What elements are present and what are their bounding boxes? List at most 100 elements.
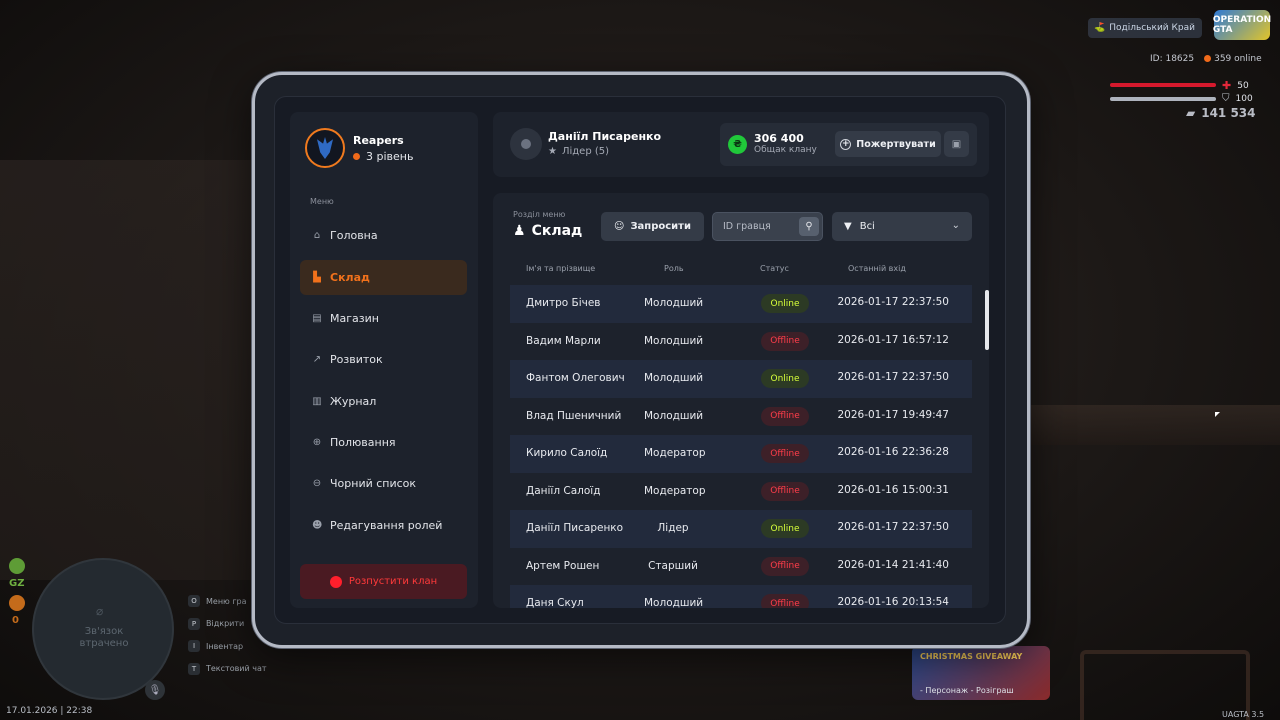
user-icon	[521, 139, 531, 149]
member-last-login: 2026-01-17 22:37:50	[837, 521, 949, 533]
wanted-level: 0	[12, 615, 19, 626]
member-last-login: 2026-01-16 15:00:31	[837, 483, 949, 496]
level-dot-icon	[353, 153, 360, 160]
sidebar-item-journal[interactable]: ▥ Журнал	[300, 384, 467, 419]
player-name: Даніїл Писаренко	[548, 130, 662, 143]
plus-icon: +	[840, 138, 852, 150]
table-row[interactable]: Даніїл Салоїд Модератор Offline 2026-01-16 …	[510, 473, 972, 511]
sidebar-item-warehouse[interactable]: ▙ Склад	[300, 260, 467, 295]
hotkey-key: T	[188, 662, 200, 675]
background-floor	[1020, 405, 1280, 445]
member-name: Кирило Салоїд	[526, 447, 608, 459]
flag-icon: ⛳	[1094, 23, 1106, 33]
member-name: Артем Рошен	[526, 559, 600, 572]
hotkey-label: Текстовий чат	[206, 664, 267, 674]
gz-label: GZ	[9, 578, 25, 589]
status-filter-select[interactable]: ▼ Всі ⌄	[832, 212, 972, 241]
member-last-login: 2026-01-16 20:13:54	[837, 596, 949, 608]
donate-button[interactable]: + Пожертвувати	[835, 131, 941, 157]
member-role: Модератор	[644, 447, 706, 459]
table-row[interactable]: Влад Пшеничний Молодший Offline 2026-01-17 …	[510, 398, 972, 436]
table-row[interactable]: Даня Скул Молодший Offline 2026-01-16 20:13…	[510, 585, 972, 608]
table-row[interactable]: Артем Рошен Старший Offline 2026-01-14 21:4…	[510, 548, 972, 586]
player-id-bar: ID: 18625 359 online	[1150, 54, 1262, 64]
status-badge: Offline	[761, 481, 809, 501]
health-text: 50	[1237, 80, 1249, 91]
gz-indicator-icon	[9, 558, 25, 574]
status-badge: Offline	[761, 594, 809, 608]
search-icon[interactable]: ⚲	[799, 217, 819, 236]
clan-balance-label: Общак клану	[754, 145, 817, 155]
hotkey-key: P	[188, 617, 200, 630]
member-role: Модератор	[644, 484, 706, 497]
table-row[interactable]: Кирило Салоїд Модератор Offline 2026-01-16 …	[510, 435, 972, 473]
sidebar-item-shop[interactable]: ▤ Магазин	[300, 301, 467, 336]
home-icon: ⌂	[313, 229, 321, 241]
player-role-text: Лідер (5)	[561, 146, 610, 157]
blacklist-icon: ⊖	[312, 477, 322, 489]
star-icon: ★	[548, 146, 557, 157]
member-name: Даніїл Писаренко	[526, 522, 624, 534]
clan-level-text: 3 рівень	[366, 150, 414, 163]
member-last-login: 2026-01-14 21:41:40	[837, 558, 949, 571]
search-input[interactable]	[713, 213, 795, 240]
member-name: Дмитро Бічев	[526, 297, 601, 309]
sidebar-item-label: Журнал	[330, 395, 377, 408]
member-name: Даня Скул	[526, 597, 584, 608]
promo-title: CHRISTMAS GIVEAWAY	[920, 652, 1023, 661]
clan-balance-value: 306 400	[754, 132, 804, 145]
mouse-cursor-icon	[1215, 412, 1220, 417]
promo-banner[interactable]: CHRISTMAS GIVEAWAY - Персонаж - Розіграш	[912, 646, 1050, 700]
member-last-login: 2026-01-17 19:49:47	[837, 408, 949, 421]
table-row[interactable]: Вадим Марли Молодший Offline 2026-01-17 16:…	[510, 323, 972, 361]
disband-clan-button[interactable]: Розпустити клан	[300, 564, 467, 599]
menu-label: Меню	[310, 197, 334, 206]
member-role: Молодший	[644, 372, 704, 384]
sidebar-item-label: Редагування ролей	[330, 519, 443, 532]
health-cross-icon: ✚	[1222, 79, 1232, 92]
section-label: Розділ меню	[513, 210, 566, 219]
scrollbar[interactable]	[985, 290, 989, 350]
sidebar-item-hunting[interactable]: ⊕ Полювання	[300, 425, 467, 460]
online-count-text: 359 online	[1214, 54, 1262, 64]
trident-icon	[317, 137, 333, 159]
box-icon: ▣	[951, 138, 962, 150]
table-row[interactable]: Фантом Олегович Молодший Online 2026-01-17 …	[510, 360, 972, 398]
status-badge: Offline	[761, 406, 809, 426]
armor-bar	[1110, 97, 1216, 101]
member-name: Вадим Марли	[526, 334, 601, 347]
user-plus-icon: ☺	[614, 221, 625, 232]
sidebar-item-label: Головна	[330, 229, 378, 242]
sidebar-item-blacklist[interactable]: ⊖ Чорний список	[300, 466, 467, 501]
filter-icon: ▼	[844, 221, 852, 232]
server-name: Подільський Край	[1109, 23, 1195, 33]
hotkey-label: Меню гра	[206, 596, 247, 606]
minimap-status: Зв'язок втрачено	[79, 626, 129, 649]
storage-box-button[interactable]: ▣	[944, 131, 969, 157]
invite-button[interactable]: ☺ Запросити	[601, 212, 704, 241]
status-badge: Online	[761, 369, 809, 388]
invite-label: Запросити	[630, 221, 691, 232]
column-header-role: Роль	[664, 264, 684, 273]
sidebar-item-home[interactable]: ⌂ Головна	[300, 218, 467, 253]
table-row[interactable]: Дмитро Бічев Молодший Online 2026-01-17 22:…	[510, 285, 972, 323]
sidebar-item-role-editing[interactable]: ☻ Редагування ролей	[300, 508, 467, 543]
microphone-icon[interactable]: 🎙	[145, 680, 165, 700]
sidebar-item-development[interactable]: ↗ Розвиток	[300, 342, 467, 377]
member-role: Лідер	[657, 522, 689, 534]
member-role: Старший	[648, 559, 698, 572]
money-text: 141 534	[1201, 106, 1256, 120]
avatar	[510, 128, 542, 160]
server-badge: ⛳ Подільський Край	[1088, 18, 1202, 38]
column-header-name: Ім'я та прізвище	[526, 264, 596, 273]
clan-name: Reapers	[353, 134, 404, 147]
cash-icon: ▰	[1186, 106, 1196, 120]
shop-icon: ▤	[312, 312, 322, 324]
table-row[interactable]: Даніїл Писаренко Лідер Online 2026-01-17 22…	[510, 510, 972, 548]
hotkey-item: I Інвентар	[188, 635, 267, 658]
hotkey-label: Інвентар	[206, 641, 244, 651]
hotkey-key: I	[188, 640, 200, 653]
game-logo: OPERATION GTA	[1213, 10, 1271, 40]
sidebar-item-label: Чорний список	[330, 477, 417, 490]
sidebar-item-label: Розвиток	[330, 353, 383, 366]
